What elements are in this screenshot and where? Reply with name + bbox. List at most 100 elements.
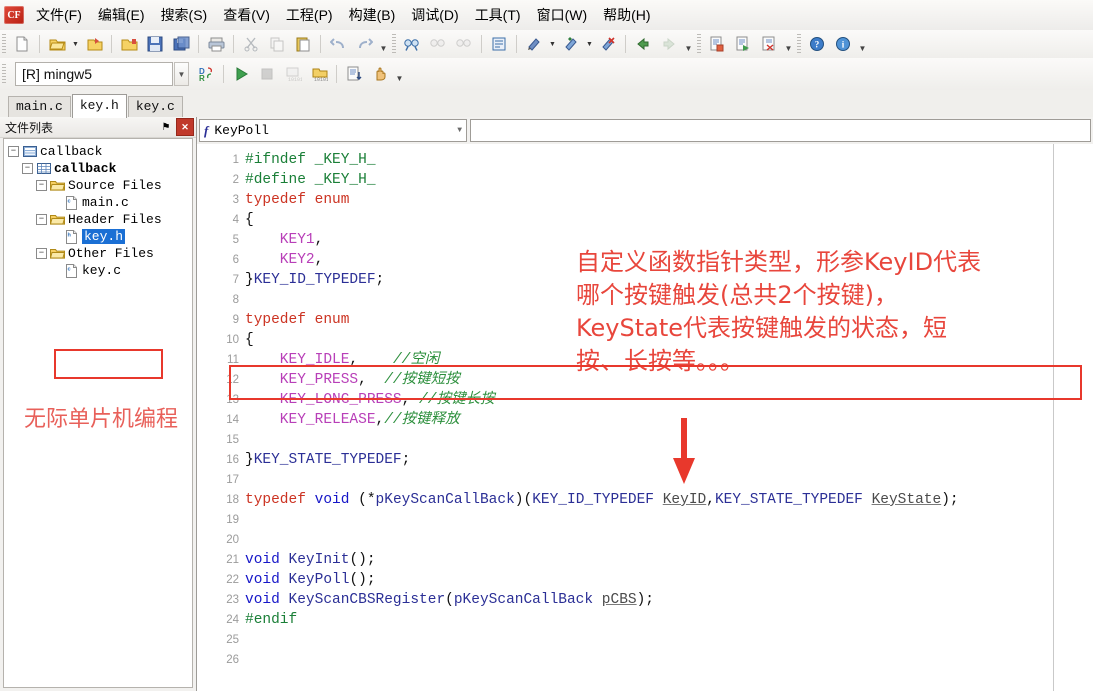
- run-icon[interactable]: [229, 62, 253, 86]
- code-line[interactable]: 4{: [197, 210, 1093, 230]
- pin-icon[interactable]: ⚑: [158, 119, 174, 135]
- undo-icon[interactable]: [326, 32, 350, 56]
- rebuild-icon[interactable]: [757, 32, 781, 56]
- code-line[interactable]: 2 #define _KEY_H_: [197, 170, 1093, 190]
- open-file-icon[interactable]: [45, 32, 69, 56]
- code-line[interactable]: 1 #ifndef _KEY_H_: [197, 150, 1093, 170]
- goto-bookmark-dropdown-icon[interactable]: ▼: [584, 34, 595, 54]
- save-icon[interactable]: [143, 32, 167, 56]
- code-line[interactable]: 20: [197, 530, 1093, 550]
- tree-expander-icon[interactable]: −: [36, 214, 47, 225]
- tree-expander-icon[interactable]: −: [36, 180, 47, 191]
- code-line[interactable]: 14 KEY_RELEASE,//按键释放: [197, 410, 1093, 430]
- menu-file[interactable]: 文件(F): [28, 2, 90, 28]
- menu-build[interactable]: 构建(B): [341, 2, 404, 28]
- nav-back-icon[interactable]: [631, 32, 655, 56]
- toolbar-grip[interactable]: [2, 34, 6, 54]
- code-line[interactable]: 24 #endif: [197, 610, 1093, 630]
- code-line[interactable]: 15: [197, 430, 1093, 450]
- copy-icon[interactable]: [265, 32, 289, 56]
- class-select[interactable]: [470, 119, 1091, 142]
- code-line[interactable]: 26: [197, 650, 1093, 670]
- bookmark-dropdown-icon[interactable]: ▼: [547, 34, 558, 54]
- tree-item-callback[interactable]: − callback: [4, 160, 192, 177]
- menu-edit[interactable]: 编辑(E): [90, 2, 153, 28]
- toggle-bookmark-icon[interactable]: [522, 32, 546, 56]
- tree-item-other-files[interactable]: − Other Files: [4, 245, 192, 262]
- code-line[interactable]: 3 typedef enum: [197, 190, 1093, 210]
- tab-key-c[interactable]: key.c: [127, 96, 183, 118]
- find-prev-icon[interactable]: [452, 32, 476, 56]
- menu-view[interactable]: 查看(V): [215, 2, 278, 28]
- code-line[interactable]: 8: [197, 290, 1093, 310]
- tree-item-header-files[interactable]: − Header Files: [4, 211, 192, 228]
- toolbar-grip[interactable]: [392, 34, 396, 54]
- goto-bookmark-icon[interactable]: [559, 32, 583, 56]
- find-icon[interactable]: [400, 32, 424, 56]
- open-recent-icon[interactable]: [82, 32, 106, 56]
- tree-expander-icon[interactable]: −: [22, 163, 33, 174]
- step-over-icon[interactable]: 10101: [307, 62, 331, 86]
- tree-expander-icon[interactable]: −: [36, 248, 47, 259]
- clear-bookmarks-icon[interactable]: [596, 32, 620, 56]
- print-icon[interactable]: [204, 32, 228, 56]
- profile-icon[interactable]: [342, 62, 366, 86]
- toolbar-overflow-icon[interactable]: ▼: [377, 33, 390, 56]
- cut-icon[interactable]: [239, 32, 263, 56]
- source-code[interactable]: 1 #ifndef _KEY_H_ 2 #define _KEY_H_ 3 typedef…: [197, 144, 1093, 670]
- replace-icon[interactable]: [487, 32, 511, 56]
- code-line[interactable]: 7}KEY_ID_TYPEDEF;: [197, 270, 1093, 290]
- compiler-select[interactable]: [R] mingw5: [15, 62, 173, 86]
- tree-item-key-h[interactable]: h key.h: [4, 228, 192, 245]
- function-select[interactable]: f KeyPoll ▼: [199, 119, 467, 142]
- code-line[interactable]: 19: [197, 510, 1093, 530]
- about-icon[interactable]: i: [831, 32, 855, 56]
- tab-key-h[interactable]: key.h: [71, 94, 127, 118]
- pause-hand-icon[interactable]: [368, 62, 392, 86]
- save-all-icon[interactable]: [169, 32, 193, 56]
- menu-search[interactable]: 搜索(S): [153, 2, 216, 28]
- menu-tools[interactable]: 工具(T): [467, 2, 529, 28]
- project-tree[interactable]: − callback − callback − Source Files c main.c − H…: [3, 138, 193, 688]
- help-overflow-icon[interactable]: ▼: [856, 33, 869, 56]
- close-icon[interactable]: ✕: [176, 118, 194, 136]
- menu-window[interactable]: 窗口(W): [529, 2, 596, 28]
- nav-overflow-icon[interactable]: ▼: [682, 33, 695, 56]
- toolbar-grip[interactable]: [797, 34, 801, 54]
- tree-item-source-files[interactable]: − Source Files: [4, 177, 192, 194]
- find-next-icon[interactable]: [426, 32, 450, 56]
- code-line[interactable]: 9 typedef enum: [197, 310, 1093, 330]
- code-line[interactable]: 10 {: [197, 330, 1093, 350]
- code-line[interactable]: 23 void KeyScanCBSRegister(pKeyScanCallBa…: [197, 590, 1093, 610]
- code-line[interactable]: 17: [197, 470, 1093, 490]
- chevron-down-icon[interactable]: ▼: [457, 126, 462, 135]
- compiler-options-icon[interactable]: DR: [194, 62, 218, 86]
- stop-icon[interactable]: [255, 62, 279, 86]
- code-line[interactable]: 16}KEY_STATE_TYPEDEF;: [197, 450, 1093, 470]
- new-file-icon[interactable]: [10, 32, 34, 56]
- paste-icon[interactable]: [291, 32, 315, 56]
- menu-help[interactable]: 帮助(H): [595, 2, 658, 28]
- step-into-icon[interactable]: 10101: [281, 62, 305, 86]
- tree-expander-icon[interactable]: −: [8, 146, 19, 157]
- code-line[interactable]: 25: [197, 630, 1093, 650]
- tree-item-main-c[interactable]: c main.c: [4, 194, 192, 211]
- build-overflow-icon[interactable]: ▼: [782, 33, 795, 56]
- code-line[interactable]: 11 KEY_IDLE, //空闲: [197, 350, 1093, 370]
- redo-icon[interactable]: [352, 32, 376, 56]
- tab-main-c[interactable]: main.c: [8, 96, 71, 118]
- compiler-select-arrow-icon[interactable]: ▼: [174, 62, 189, 86]
- help-icon[interactable]: ?: [805, 32, 829, 56]
- code-line[interactable]: 6 KEY2,: [197, 250, 1093, 270]
- save-as-icon[interactable]: [117, 32, 141, 56]
- tree-item-key-c[interactable]: c key.c: [4, 262, 192, 279]
- code-line[interactable]: 18 typedef void (*pKeyScanCallBack)(KEY_I…: [197, 490, 1093, 510]
- code-line[interactable]: 22 void KeyPoll();: [197, 570, 1093, 590]
- menu-project[interactable]: 工程(P): [278, 2, 341, 28]
- code-line[interactable]: 12 KEY_PRESS, //按键短按: [197, 370, 1093, 390]
- compile-run-icon[interactable]: [731, 32, 755, 56]
- menu-debug[interactable]: 调试(D): [403, 2, 466, 28]
- open-dropdown-icon[interactable]: ▼: [70, 34, 81, 54]
- code-line[interactable]: 5 KEY1,: [197, 230, 1093, 250]
- tree-item-callback[interactable]: − callback: [4, 143, 192, 160]
